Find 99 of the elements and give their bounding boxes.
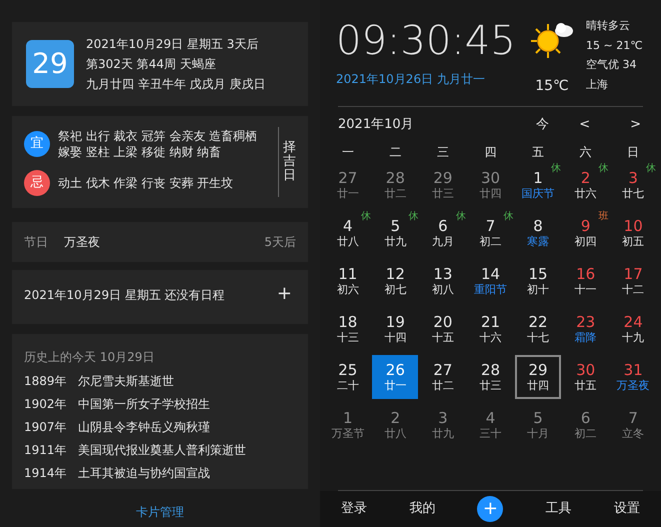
weekday-header: 日 [626, 144, 640, 161]
almanac-badge: 忌 [24, 170, 50, 196]
holiday-label: 休 [360, 211, 371, 223]
card-manage-link[interactable]: 卡片管理 [136, 503, 184, 521]
calendar-day[interactable]: 休 7 初二 [467, 211, 514, 255]
festival-name: 万圣夜 [64, 234, 100, 251]
nav-button[interactable]: 登录 [341, 499, 368, 519]
holiday-label: 休 [646, 163, 656, 175]
history-year: 1911年 [24, 442, 68, 458]
auspicious-day-button[interactable]: 择吉日 [283, 140, 296, 184]
calendar-day[interactable]: 休 6 九月 [420, 211, 466, 255]
calendar-day[interactable]: 1 万圣节 [324, 403, 371, 447]
calendar-day[interactable]: 21 十六 [467, 307, 514, 351]
calendar-day[interactable]: 20 十五 [420, 307, 466, 351]
calendar-day[interactable]: 14 重阳节 [467, 259, 514, 303]
calendar-day[interactable]: 28 廿二 [372, 163, 418, 207]
almanac-badge: 宜 [24, 131, 50, 157]
calendar-day[interactable]: 22 十七 [515, 307, 562, 351]
nav-button[interactable]: 工具 [546, 499, 572, 519]
nav-button[interactable]: 我的 [409, 499, 436, 519]
calendar-day[interactable]: 休 5 廿九 [372, 211, 418, 255]
calendar-day[interactable]: 3 廿九 [420, 403, 466, 447]
city-name: 上海 [586, 76, 609, 92]
calendar-day[interactable]: 休 3 廿七 [610, 163, 656, 207]
history-year: 1914年 [24, 465, 68, 481]
calendar-day[interactable]: 休 2 廿六 [562, 163, 609, 207]
calendar-day[interactable]: 24 十九 [610, 307, 656, 351]
clock-time: 09:30:45 [336, 18, 516, 64]
calendar-day[interactable]: 7 立冬 [610, 403, 656, 447]
calendar-day[interactable]: 18 十三 [324, 307, 371, 351]
weekday-header: 四 [483, 144, 498, 161]
history-event: 山阴县令李钟岳义殉秋瑾 [78, 419, 210, 435]
air-quality: 空气优 34 [586, 57, 638, 73]
history-event: 土耳其被迫与协约国宣战 [78, 465, 210, 481]
weekday-header: 一 [340, 144, 355, 161]
weekday-header: 二 [388, 144, 402, 161]
calendar-day[interactable]: 29 廿三 [420, 163, 466, 207]
sunny-cloud-icon [528, 20, 576, 60]
weekday-header: 六 [578, 144, 593, 161]
month-title: 2021年10月 [338, 116, 414, 134]
today-button[interactable]: 今 [536, 115, 550, 135]
calendar-day[interactable]: 8 寒露 [515, 211, 562, 255]
temperature: 15℃ [535, 77, 569, 96]
history-year: 1907年 [24, 419, 68, 435]
holiday-label: 班 [598, 211, 609, 223]
history-year: 1889年 [24, 373, 68, 389]
next-month-button[interactable]: > [630, 115, 641, 135]
clock-date: 2021年10月26日 九月廿一 [336, 71, 486, 88]
calendar-day[interactable]: 23 霜降 [562, 307, 609, 351]
calendar-day[interactable]: 27 廿二 [420, 355, 466, 399]
calendar-day[interactable]: 15 初十 [515, 259, 562, 303]
history-event: 美国现代报业奠基人普利策逝世 [78, 442, 246, 458]
calendar-day[interactable]: 27 廿一 [324, 163, 371, 207]
temp-range: 15 ~ 21℃ [586, 38, 643, 54]
add-schedule-button[interactable]: + [276, 286, 292, 302]
nav-button[interactable]: 设置 [614, 499, 640, 519]
calendar-day[interactable]: 17 十二 [610, 259, 656, 303]
calendar-day[interactable]: 11 初六 [324, 259, 371, 303]
festival-label: 节日 [24, 234, 48, 251]
calendar-day[interactable]: 26 廿一 [372, 355, 418, 399]
history-title: 历史上的今天 10月29日 [24, 349, 156, 366]
holiday-label: 休 [503, 211, 514, 223]
history-event: 尔尼雪夫斯基逝世 [78, 373, 174, 389]
almanac-text: 动土 伐木 作梁 行丧 安葬 开生坟 [58, 175, 234, 191]
calendar-day[interactable]: 29 廿四 [515, 355, 562, 399]
prev-month-button[interactable]: < [579, 115, 590, 135]
calendar-day[interactable]: 30 廿五 [562, 355, 609, 399]
date-info-text: 九月廿四 辛丑牛年 戊戌月 庚戌日 [86, 76, 266, 92]
calendar-day[interactable]: 13 初八 [420, 259, 466, 303]
holiday-label: 休 [598, 163, 609, 175]
calendar-day[interactable]: 休 4 廿八 [324, 211, 371, 255]
weather-desc: 晴转多云 [586, 18, 631, 34]
calendar-day[interactable]: 19 十四 [372, 307, 418, 351]
almanac-text: 祭祀 出行 裁衣 冠笄 会亲友 造畜稠栖嫁娶 竖柱 上梁 移徙 纳财 纳畜 [58, 128, 258, 160]
date-info-text: 第302天 第44周 天蝎座 [86, 56, 217, 72]
calendar-day[interactable]: 28 廿三 [467, 355, 514, 399]
calendar-day[interactable]: 5 十月 [515, 403, 562, 447]
holiday-label: 休 [551, 163, 562, 175]
calendar-day[interactable]: 4 三十 [467, 403, 514, 447]
weekday-header: 五 [531, 144, 546, 161]
history-event: 中国第一所女子学校招生 [78, 396, 210, 412]
calendar-day[interactable]: 16 十一 [562, 259, 609, 303]
day-tile: 29 [26, 40, 74, 88]
calendar-day[interactable]: 班 9 初四 [562, 211, 609, 255]
holiday-label: 休 [456, 211, 466, 223]
calendar-day[interactable]: 10 初五 [610, 211, 656, 255]
weekday-header: 三 [436, 144, 450, 161]
date-info-text: 2021年10月29日 星期五 3天后 [86, 36, 260, 52]
calendar-day[interactable]: 休 1 国庆节 [515, 163, 562, 207]
holiday-label: 休 [408, 211, 418, 223]
calendar-day[interactable]: 6 初二 [562, 403, 609, 447]
calendar-day[interactable]: 12 初七 [372, 259, 418, 303]
schedule-text: 2021年10月29日 星期五 还没有日程 [24, 287, 225, 304]
festival-countdown: 5天后 [264, 234, 296, 251]
calendar-day[interactable]: 30 廿四 [467, 163, 514, 207]
calendar-day[interactable]: 2 廿八 [372, 403, 418, 447]
calendar-day[interactable]: 31 万圣夜 [610, 355, 656, 399]
calendar-day[interactable]: 25 二十 [324, 355, 371, 399]
history-year: 1902年 [24, 396, 68, 412]
